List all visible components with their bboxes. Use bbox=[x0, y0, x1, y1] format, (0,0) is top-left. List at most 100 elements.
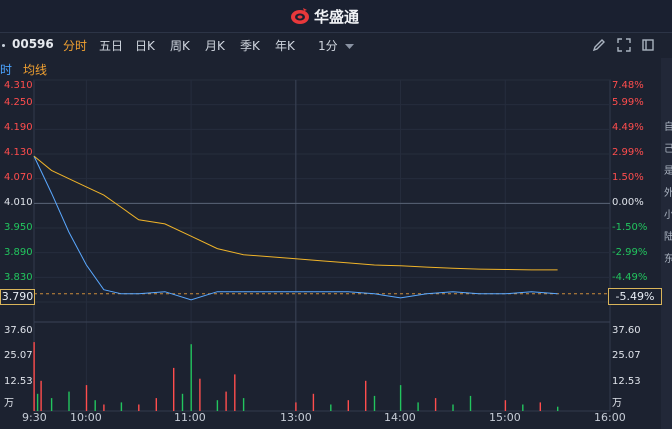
volume-bar bbox=[33, 342, 35, 411]
side-panel-edge: 自 己 是 外 小 陆 东 bbox=[661, 58, 672, 429]
volume-bar bbox=[522, 404, 524, 411]
side-panel-char: 外 bbox=[664, 188, 672, 199]
price-tick-label: 4.070 bbox=[4, 172, 33, 183]
pct-tick-label: -2.99% bbox=[612, 247, 648, 258]
tab-daily-k[interactable]: 日K bbox=[135, 37, 155, 54]
volume-bar bbox=[155, 398, 157, 411]
volume-tick-label: 25.07 bbox=[4, 350, 33, 361]
stock-code: 00596 bbox=[12, 37, 54, 51]
legend-bar: 时 均线 bbox=[0, 58, 610, 78]
side-panel-char: 自 bbox=[664, 122, 672, 133]
time-tick-label: 14:00 bbox=[384, 411, 416, 424]
volume-bar bbox=[557, 406, 559, 411]
volume-tick-label: 37.60 bbox=[612, 325, 641, 336]
pct-tick-label: -4.49% bbox=[612, 272, 648, 283]
volume-bar bbox=[347, 400, 349, 411]
volume-bar bbox=[417, 402, 419, 411]
chart-toolbar: 00596 分时 五日 日K 周K 月K 季K 年K 1分 bbox=[0, 33, 672, 57]
pct-tick-label: 7.48% bbox=[612, 80, 644, 91]
volume-tick-label: 12.53 bbox=[4, 376, 33, 387]
volume-bar bbox=[234, 374, 236, 411]
volume-bar bbox=[40, 380, 42, 411]
volume-bar bbox=[504, 400, 507, 411]
pct-tick-label: 0.00% bbox=[612, 197, 644, 208]
volume-bar bbox=[85, 385, 88, 411]
time-tick-label: 10:00 bbox=[70, 411, 102, 424]
expand-icon[interactable] bbox=[617, 38, 631, 52]
volume-tick-label: 37.60 bbox=[4, 325, 33, 336]
volume-bar bbox=[373, 395, 376, 411]
volume-bar bbox=[94, 400, 96, 411]
minute-select-label: 1分 bbox=[318, 39, 338, 53]
price-tick-label: 4.310 bbox=[4, 80, 33, 91]
volume-bar bbox=[173, 367, 175, 411]
chart-frame bbox=[33, 79, 611, 412]
bullet-dot bbox=[2, 44, 5, 47]
fullscreen-icon[interactable] bbox=[641, 38, 655, 52]
volume-bar bbox=[242, 398, 245, 411]
price-tick-label: 3.890 bbox=[4, 247, 33, 258]
chart-grid bbox=[33, 79, 611, 412]
volume-bar bbox=[216, 400, 219, 411]
side-panel-char: 己 bbox=[664, 144, 672, 155]
volume-bar bbox=[539, 402, 541, 411]
time-tick-label: 9:30 bbox=[22, 411, 47, 424]
legend-average-line: 均线 bbox=[23, 63, 48, 77]
top-bar: 华盛通 bbox=[0, 0, 672, 33]
volume-bar bbox=[452, 404, 454, 411]
volume-bar bbox=[399, 385, 402, 411]
price-tick-label: 4.010 bbox=[4, 197, 33, 208]
pct-tick-label: 4.49% bbox=[612, 122, 644, 133]
tab-five-day[interactable]: 五日 bbox=[99, 37, 123, 54]
volume-bar bbox=[330, 404, 332, 411]
current-pct-badge: -5.49% bbox=[608, 288, 662, 305]
volume-bar bbox=[365, 380, 367, 411]
side-panel-char: 陆 bbox=[664, 232, 672, 243]
pct-tick-label: -1.50% bbox=[612, 222, 648, 233]
volume-bar bbox=[103, 404, 105, 411]
time-tick-label: 11:00 bbox=[174, 411, 206, 424]
volume-bars bbox=[33, 342, 559, 411]
volume-bar bbox=[225, 391, 227, 411]
volume-bar bbox=[68, 391, 70, 411]
side-panel-char: 是 bbox=[664, 166, 672, 177]
volume-bar bbox=[199, 378, 201, 411]
volume-unit-label: 万 bbox=[4, 398, 14, 409]
side-panel-char: 小 bbox=[664, 210, 672, 221]
tab-minute-select[interactable]: 1分 bbox=[318, 37, 355, 54]
volume-bar bbox=[434, 398, 437, 411]
price-tick-label: 4.190 bbox=[4, 122, 33, 133]
average-series-line bbox=[33, 155, 558, 271]
volume-bar bbox=[138, 404, 140, 411]
brand-logo: 华盛通 bbox=[290, 5, 359, 27]
tab-quarterly-k[interactable]: 季K bbox=[240, 37, 260, 54]
pct-tick-label: 5.99% bbox=[612, 97, 644, 108]
current-price-badge: 3.790 bbox=[0, 289, 35, 305]
pen-icon[interactable] bbox=[592, 38, 606, 52]
tab-intraday[interactable]: 分时 bbox=[63, 37, 87, 54]
price-series-line bbox=[33, 155, 558, 301]
time-tick-label: 15:00 bbox=[489, 411, 521, 424]
volume-bar bbox=[181, 393, 184, 411]
time-tick-label: 13:00 bbox=[280, 411, 312, 424]
price-tick-label: 3.830 bbox=[4, 272, 33, 283]
time-tick-label: 16:00 bbox=[594, 411, 626, 424]
price-tick-label: 4.250 bbox=[4, 97, 33, 108]
volume-bar bbox=[469, 395, 472, 411]
volume-bar bbox=[120, 402, 123, 411]
price-lines bbox=[33, 155, 558, 301]
volume-bar bbox=[36, 393, 39, 411]
volume-tick-label: 12.53 bbox=[612, 376, 641, 387]
chevron-down-icon bbox=[345, 44, 355, 49]
pct-tick-label: 1.50% bbox=[612, 172, 644, 183]
volume-bar bbox=[312, 393, 315, 411]
legend-time-price: 时 bbox=[0, 63, 13, 77]
tab-weekly-k[interactable]: 周K bbox=[170, 37, 190, 54]
volume-bar bbox=[190, 344, 192, 411]
pct-tick-label: 2.99% bbox=[612, 147, 644, 158]
price-tick-label: 3.950 bbox=[4, 222, 33, 233]
volume-tick-label: 25.07 bbox=[612, 350, 641, 361]
tab-monthly-k[interactable]: 月K bbox=[205, 37, 225, 54]
volume-bar bbox=[50, 398, 53, 411]
tab-yearly-k[interactable]: 年K bbox=[275, 37, 295, 54]
